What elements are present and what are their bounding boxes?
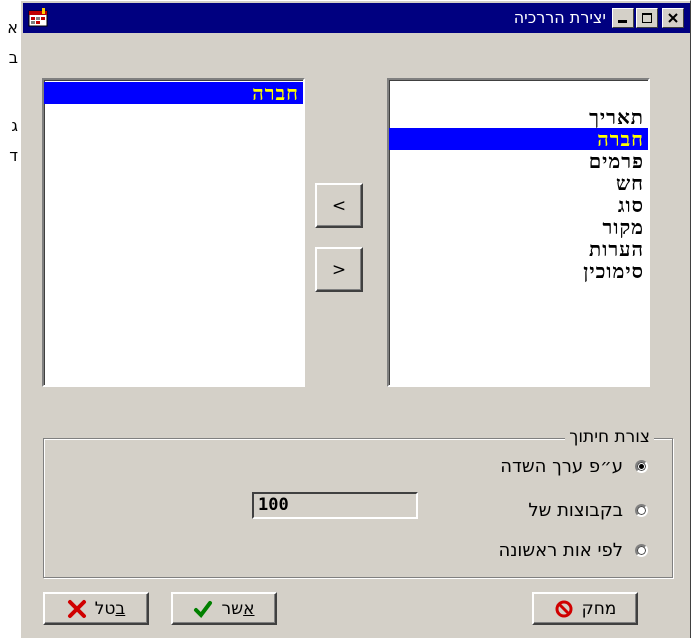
list-item[interactable]: חברה — [44, 82, 303, 104]
cancel-button[interactable]: בטל — [43, 592, 149, 625]
ok-rest: שר — [221, 598, 244, 619]
list-item[interactable]: תאריך — [389, 106, 648, 128]
remove-field-label: > — [331, 259, 347, 280]
radio-button[interactable] — [635, 544, 648, 557]
radio-by-groups[interactable]: בקבוצות של — [528, 500, 648, 521]
check-icon — [194, 600, 213, 618]
hierarchy-dialog: יצירת הררכיה חברה < > תאריך חברה פרמים חש סו… — [20, 0, 691, 638]
cancel-rest: טל — [94, 598, 116, 619]
ok-button[interactable]: אשר — [171, 592, 277, 625]
background-text-strip: א ב ג ד — [0, 0, 20, 200]
split-mode-legend: צורת חיתוך — [565, 427, 654, 447]
minimize-icon — [618, 20, 627, 23]
list-item[interactable]: מקור — [389, 216, 648, 238]
radio-label: בקבוצות של — [528, 500, 623, 521]
background-char: ב — [8, 48, 18, 67]
cancel-accel: ב — [115, 598, 126, 619]
title-bar[interactable]: יצירת הררכיה — [23, 3, 690, 33]
list-item[interactable]: סוג — [389, 194, 648, 216]
window-title: יצירת הררכיה — [513, 8, 606, 27]
background-char: א — [7, 18, 18, 37]
list-item[interactable]: סימוכין — [389, 260, 648, 282]
maximize-icon — [642, 13, 652, 23]
x-icon — [67, 599, 86, 618]
radio-by-field-value[interactable]: ע״פ ערך השדה — [500, 456, 648, 477]
radio-label: לפי אות ראשונה — [498, 540, 623, 561]
radio-label: ע״פ ערך השדה — [500, 456, 623, 477]
list-item[interactable]: הערות — [389, 238, 648, 260]
remove-field-button[interactable]: > — [315, 247, 363, 292]
background-char: ג — [11, 116, 18, 135]
available-fields-list[interactable]: תאריך חברה פרמים חש סוג מקור הערות סימוכין — [387, 78, 650, 387]
radio-button[interactable] — [635, 504, 648, 517]
minimize-button[interactable] — [612, 8, 634, 28]
radio-by-first-letter[interactable]: לפי אות ראשונה — [498, 540, 648, 561]
cancel-label: בטל — [95, 599, 126, 619]
add-field-label: < — [331, 195, 347, 216]
ok-accel: א — [243, 598, 255, 619]
background-char: ד — [9, 146, 18, 165]
ok-label: אשר — [221, 599, 254, 619]
selected-fields-items: חברה — [44, 80, 303, 104]
radio-checked-dot — [639, 464, 644, 469]
maximize-button[interactable] — [636, 8, 658, 28]
close-icon — [668, 13, 678, 23]
delete-label: מחק — [581, 598, 617, 619]
list-item[interactable]: פרמים — [389, 150, 648, 172]
add-field-button[interactable]: < — [315, 183, 363, 228]
app-icon — [28, 8, 48, 27]
close-button[interactable] — [662, 8, 684, 28]
no-entry-icon — [555, 600, 573, 617]
list-item[interactable]: חברה — [389, 128, 648, 150]
group-size-input[interactable]: 100 — [252, 492, 418, 519]
delete-button[interactable]: מחק — [532, 592, 638, 625]
list-item[interactable]: חש — [389, 172, 648, 194]
available-fields-items: תאריך חברה פרמים חש סוג מקור הערות סימוכין — [389, 80, 648, 282]
radio-button[interactable] — [635, 460, 648, 473]
selected-fields-list[interactable]: חברה — [42, 78, 305, 387]
